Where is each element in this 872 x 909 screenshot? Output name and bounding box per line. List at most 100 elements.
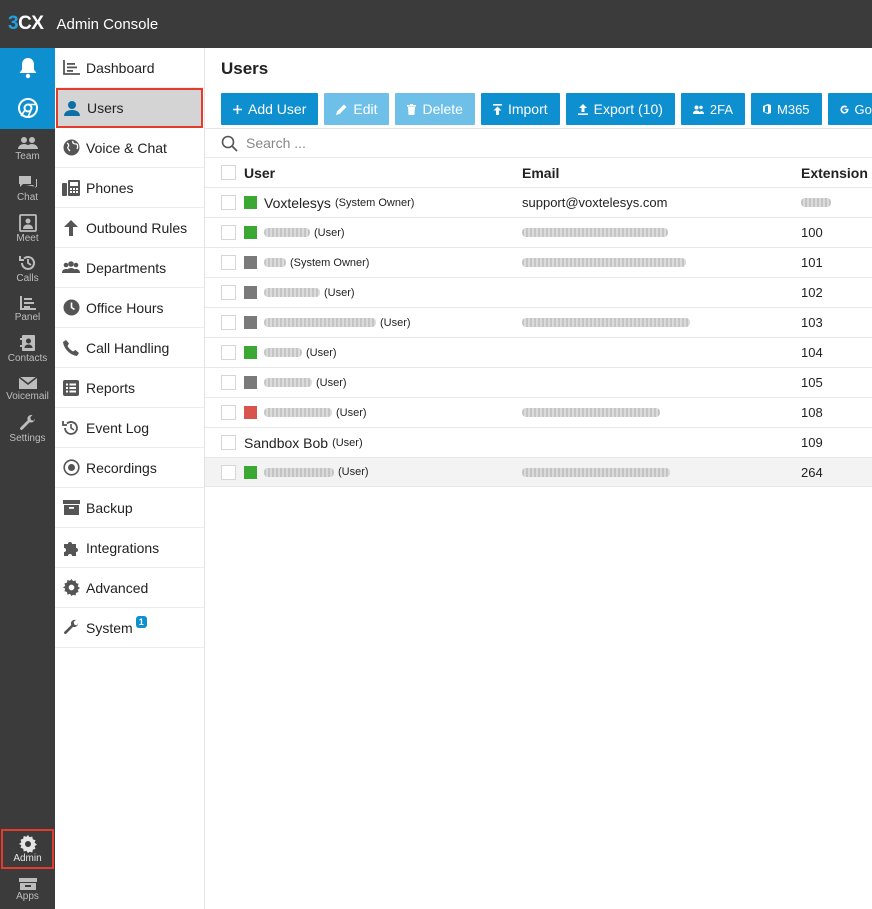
- row-checkbox[interactable]: [221, 255, 236, 270]
- rail-item-meet[interactable]: Meet: [0, 209, 55, 249]
- add-user-button[interactable]: Add User: [221, 93, 319, 125]
- rail-item-chat[interactable]: Chat: [0, 169, 55, 209]
- redacted-value: [801, 198, 831, 207]
- delete-button[interactable]: Delete: [395, 93, 475, 125]
- gear-icon: [62, 579, 80, 597]
- app-logo[interactable]: 3CX: [8, 13, 44, 35]
- clock-icon: [62, 299, 80, 317]
- add-user-label: Add User: [248, 101, 307, 117]
- rail-item-label: Settings: [9, 433, 46, 444]
- row-checkbox[interactable]: [221, 225, 236, 240]
- nav-item-call-handling[interactable]: Call Handling: [55, 328, 204, 368]
- table-row[interactable]: Sandbox Bob (User) 109: [205, 427, 872, 457]
- status-indicator: [244, 465, 257, 479]
- google-label: Goog: [854, 101, 872, 117]
- import-icon: [492, 103, 502, 115]
- email-cell: [522, 315, 690, 330]
- row-checkbox[interactable]: [221, 195, 236, 210]
- rail-bottom-section: Admin Apps: [0, 829, 55, 909]
- nav-item-reports[interactable]: Reports: [55, 368, 204, 408]
- nav-item-label: Voice & Chat: [86, 139, 167, 156]
- redacted-name: [264, 408, 332, 417]
- user-role: (User): [332, 436, 363, 449]
- redacted-name: [264, 348, 302, 357]
- nav-item-backup[interactable]: Backup: [55, 488, 204, 528]
- nav-item-voice-chat[interactable]: Voice & Chat: [55, 128, 204, 168]
- nav-item-outbound-rules[interactable]: Outbound Rules: [55, 208, 204, 248]
- puzzle-icon: [62, 539, 80, 557]
- nav-item-advanced[interactable]: Advanced: [55, 568, 204, 608]
- column-header-user[interactable]: User: [244, 165, 275, 181]
- google-button[interactable]: Goog: [827, 93, 872, 125]
- nav-item-departments[interactable]: Departments: [55, 248, 204, 288]
- nav-item-system[interactable]: System 1: [55, 608, 204, 648]
- arrow-up-icon: [62, 219, 80, 237]
- export-button[interactable]: Export (10): [565, 93, 675, 125]
- pencil-icon: [336, 104, 347, 115]
- rail-item-label: Chat: [16, 192, 39, 203]
- rail-item-calls[interactable]: Calls: [0, 249, 55, 289]
- table-row[interactable]: (User) 108: [205, 397, 872, 427]
- office-icon: [763, 104, 772, 114]
- rail-item-team[interactable]: Team: [0, 129, 55, 169]
- app-title: Admin Console: [56, 15, 159, 33]
- table-row[interactable]: (User) 105: [205, 367, 872, 397]
- select-all-checkbox[interactable]: [221, 165, 236, 180]
- rail-item-apps[interactable]: Apps: [0, 869, 55, 909]
- status-indicator: [244, 406, 257, 419]
- rail-item-settings[interactable]: Settings: [0, 409, 55, 449]
- 2fa-button[interactable]: 2FA: [680, 93, 746, 125]
- redacted-name: [264, 258, 286, 267]
- nav-item-dashboard[interactable]: Dashboard: [55, 48, 204, 88]
- nav-item-office-hours[interactable]: Office Hours: [55, 288, 204, 328]
- nav-item-users[interactable]: Users: [56, 88, 203, 128]
- table-row[interactable]: (User) 264: [205, 457, 872, 487]
- chart-icon: [62, 59, 80, 77]
- browser-extension-button[interactable]: [0, 88, 55, 128]
- m365-button[interactable]: M365: [751, 93, 822, 125]
- globe-icon: [62, 139, 80, 157]
- nav-item-label: Integrations: [86, 539, 160, 556]
- top-bar: 3CX Admin Console: [0, 0, 872, 48]
- rail-item-contacts[interactable]: Contacts: [0, 329, 55, 369]
- rail-item-voicemail[interactable]: Voicemail: [0, 369, 55, 409]
- redacted-email: [522, 408, 660, 417]
- edit-button[interactable]: Edit: [324, 93, 390, 125]
- row-checkbox[interactable]: [221, 315, 236, 330]
- table-row[interactable]: (User) 103: [205, 307, 872, 337]
- history-icon: [62, 419, 80, 437]
- archive-icon: [62, 499, 80, 517]
- rail-item-label: Panel: [14, 312, 41, 323]
- row-checkbox[interactable]: [221, 345, 236, 360]
- nav-item-integrations[interactable]: Integrations: [55, 528, 204, 568]
- table-row[interactable]: (System Owner) 101: [205, 247, 872, 277]
- table-row[interactable]: (User) 100: [205, 217, 872, 247]
- status-indicator: [244, 316, 257, 329]
- edit-label: Edit: [353, 101, 378, 117]
- row-checkbox[interactable]: [221, 435, 236, 450]
- row-checkbox[interactable]: [221, 285, 236, 300]
- status-indicator: [244, 286, 257, 299]
- email-cell: [522, 405, 660, 420]
- nav-item-phones[interactable]: Phones: [55, 168, 204, 208]
- nav-item-recordings[interactable]: Recordings: [55, 448, 204, 488]
- user-role: (User): [316, 376, 347, 389]
- rail-item-label: Voicemail: [6, 391, 49, 402]
- rail-item-panel[interactable]: Panel: [0, 289, 55, 329]
- table-row[interactable]: (User) 102: [205, 277, 872, 307]
- row-checkbox[interactable]: [221, 375, 236, 390]
- search-input[interactable]: [246, 135, 546, 151]
- import-button[interactable]: Import: [480, 93, 560, 125]
- nav-item-event-log[interactable]: Event Log: [55, 408, 204, 448]
- main-content: Users Add User Edit Delete Import Export…: [205, 48, 872, 909]
- row-checkbox[interactable]: [221, 464, 236, 480]
- column-header-email[interactable]: Email: [522, 165, 559, 181]
- box-icon: [18, 877, 37, 890]
- row-checkbox[interactable]: [221, 405, 236, 420]
- notifications-button[interactable]: [0, 48, 55, 88]
- table-row[interactable]: Voxtelesys (System Owner) support@voxtel…: [205, 187, 872, 217]
- column-header-extension[interactable]: Extension: [801, 165, 868, 181]
- rail-item-admin[interactable]: Admin: [1, 829, 54, 869]
- status-indicator: [244, 256, 257, 269]
- table-row[interactable]: (User) 104: [205, 337, 872, 367]
